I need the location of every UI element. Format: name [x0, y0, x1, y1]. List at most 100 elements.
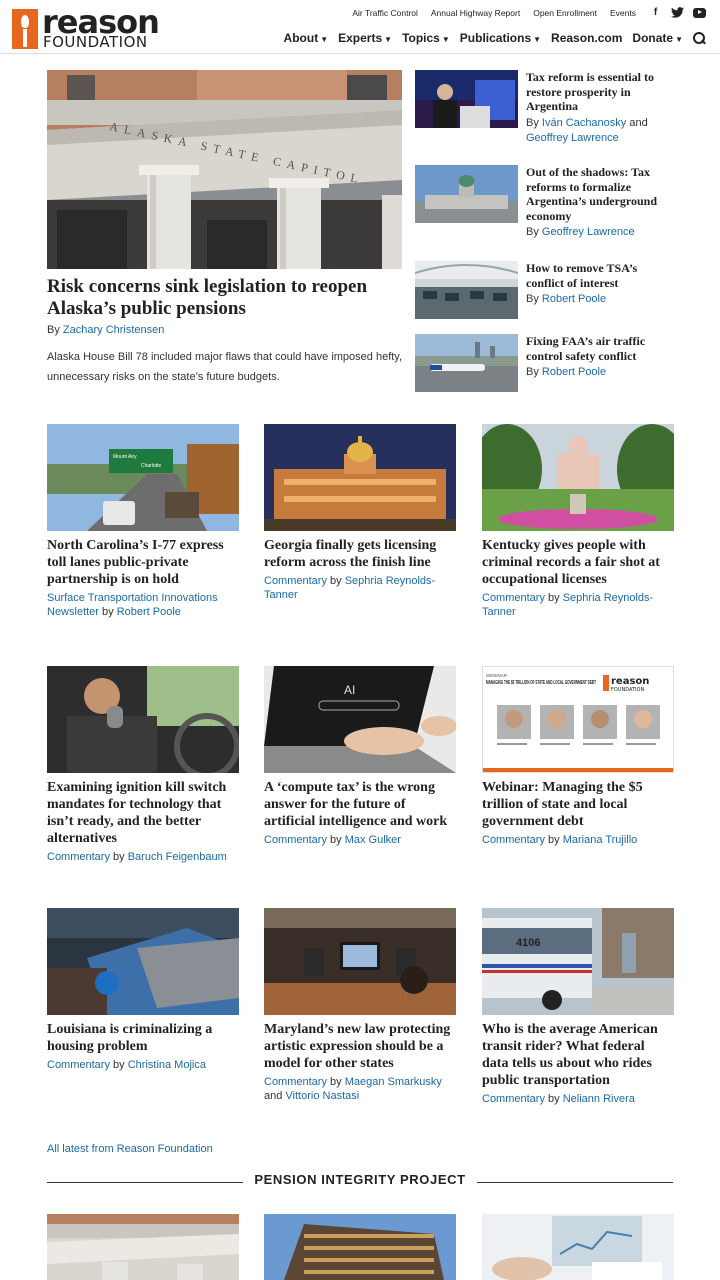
article-card-image[interactable] — [47, 666, 239, 773]
author-link[interactable]: Neliann Rivera — [563, 1093, 635, 1105]
author-link[interactable]: Baruch Feigenbaum — [128, 851, 227, 863]
featured-article-image[interactable]: Mount Airy ALASKA STATE CAPITOL — [47, 70, 402, 269]
article-card-image[interactable] — [482, 424, 674, 531]
category-link[interactable]: Commentary — [264, 834, 327, 846]
category-link[interactable]: Commentary — [47, 851, 110, 863]
article-card-title[interactable]: Maryland’s new law protecting artistic e… — [264, 1021, 456, 1072]
side-article-image[interactable] — [415, 334, 518, 392]
byline-prefix: By — [526, 293, 539, 305]
nav-item-reason-com[interactable]: Reason.com — [551, 31, 622, 45]
author-link[interactable]: Robert Poole — [542, 293, 606, 305]
nav-label: Donate — [632, 31, 674, 45]
all-latest-link[interactable]: All latest from Reason Foundation — [47, 1143, 213, 1155]
article-card-image[interactable] — [264, 1214, 456, 1280]
webinar-promo-image[interactable]: WEBINAR MANAGING THE $5 TRILLION OF STAT… — [482, 666, 674, 773]
nav-item-about[interactable]: About ▼ — [284, 31, 329, 45]
facebook-icon[interactable]: f — [649, 6, 662, 19]
article-card-image[interactable] — [264, 908, 456, 1015]
section-title[interactable]: PENSION INTEGRITY PROJECT — [47, 1172, 673, 1187]
article-card-title[interactable]: Who is the average American transit ride… — [482, 1021, 674, 1089]
author-link[interactable]: Robert Poole — [117, 606, 181, 618]
article-card-title[interactable]: Webinar: Managing the $5 trillion of sta… — [482, 779, 674, 830]
category-link[interactable]: Commentary — [482, 834, 545, 846]
author-link[interactable]: Christina Mojica — [128, 1059, 206, 1071]
byline-prefix: by — [548, 834, 560, 846]
nav-item-donate[interactable]: Donate ▼ — [632, 31, 683, 45]
article-card-image[interactable] — [47, 908, 239, 1015]
author-link[interactable]: Robert Poole — [542, 366, 606, 378]
nav-item-topics[interactable]: Topics ▼ — [402, 31, 450, 45]
byline-prefix: By — [526, 226, 539, 238]
chevron-down-icon: ▼ — [533, 35, 542, 44]
utility-nav: Air Traffic Control Annual Highway Repor… — [352, 6, 706, 19]
search-icon[interactable] — [693, 31, 706, 45]
article-card-byline: Commentary by Sephria Reynolds-Tanner — [482, 591, 674, 619]
category-link[interactable]: Commentary — [482, 1093, 545, 1105]
nav-label: About — [283, 31, 319, 45]
article-card: 4106 Who is the average American transit… — [482, 908, 674, 1106]
article-card-title[interactable]: Louisiana is criminalizing a housing pro… — [47, 1021, 239, 1055]
reason-foundation-logo[interactable]: reason FOUNDATION — [12, 3, 162, 51]
featured-article-byline: By Zachary Christensen — [47, 324, 164, 336]
utility-link-annual-highway-report[interactable]: Annual Highway Report — [431, 8, 520, 18]
nav-item-publications[interactable]: Publications ▼ — [460, 31, 541, 45]
section-header: PENSION INTEGRITY PROJECT — [47, 1172, 673, 1190]
byline-prefix: by — [330, 1076, 342, 1088]
author-link[interactable]: Vittorio Nastasi — [285, 1090, 359, 1102]
side-article-title[interactable]: Tax reform is essential to restore prosp… — [526, 70, 676, 114]
article-card: Georgia finally gets licensing reform ac… — [264, 424, 456, 602]
author-link[interactable]: Mariana Trujillo — [563, 834, 638, 846]
byline-prefix: by — [113, 1059, 125, 1071]
category-link[interactable]: Commentary — [264, 575, 327, 587]
main-nav: About ▼ Experts ▼ Topics ▼ Publications ▼ Re… — [284, 31, 706, 45]
article-card-byline: Commentary by Christina Mojica — [47, 1058, 239, 1072]
author-link[interactable]: Geoffrey Lawrence — [542, 226, 635, 238]
twitter-icon[interactable] — [671, 6, 684, 19]
article-card-image[interactable]: AI — [264, 666, 456, 773]
article-card-image[interactable]: 4106 — [482, 908, 674, 1015]
utility-link-air-traffic-control[interactable]: Air Traffic Control — [352, 8, 418, 18]
article-card-title[interactable]: Georgia finally gets licensing reform ac… — [264, 537, 456, 571]
author-link[interactable]: Geoffrey Lawrence — [526, 132, 619, 144]
byline-prefix: By — [526, 366, 539, 378]
logo-subtitle: FOUNDATION — [43, 33, 148, 51]
article-card-image[interactable] — [47, 1214, 239, 1280]
author-link[interactable]: Iván Cachanosky — [542, 117, 626, 129]
article-card-byline: Commentary by Neliann Rivera — [482, 1092, 674, 1106]
article-card-title[interactable]: Kentucky gives people with criminal reco… — [482, 537, 674, 588]
side-article-title[interactable]: Out of the shadows: Tax reforms to forma… — [526, 165, 676, 223]
utility-link-open-enrollment[interactable]: Open Enrollment — [533, 8, 597, 18]
article-card-image[interactable] — [264, 424, 456, 531]
side-article-byline: By Robert Poole — [526, 365, 676, 380]
utility-link-events[interactable]: Events — [610, 8, 636, 18]
article-card-image[interactable]: Mount Airy Charlotte — [47, 424, 239, 531]
article-card-image[interactable] — [482, 1214, 674, 1280]
article-card: Kentucky gives people with criminal reco… — [482, 424, 674, 619]
side-article-byline: By Geoffrey Lawrence — [526, 225, 676, 240]
side-article-image[interactable] — [415, 70, 518, 128]
side-article-image[interactable] — [415, 261, 518, 319]
article-card-title[interactable]: North Carolina’s I-77 express toll lanes… — [47, 537, 239, 588]
category-link[interactable]: Commentary — [482, 592, 545, 604]
nav-item-experts[interactable]: Experts ▼ — [338, 31, 392, 45]
article-card-title[interactable]: A ‘compute tax’ is the wrong answer for … — [264, 779, 456, 830]
author-link[interactable]: Max Gulker — [345, 834, 401, 846]
article-card-title[interactable]: Examining ignition kill switch mandates … — [47, 779, 239, 847]
byline-prefix: by — [548, 592, 560, 604]
youtube-icon[interactable] — [693, 6, 706, 19]
side-article-image[interactable] — [415, 165, 518, 223]
article-card-byline: Commentary by Maegan Smarkusky and Vitto… — [264, 1075, 456, 1103]
side-article-title[interactable]: How to remove TSA’s conflict of interest — [526, 261, 676, 290]
author-link[interactable]: Zachary Christensen — [63, 324, 165, 336]
chevron-down-icon: ▼ — [320, 35, 329, 44]
category-link[interactable]: Commentary — [47, 1059, 110, 1071]
article-card-byline: Commentary by Baruch Feigenbaum — [47, 850, 239, 864]
byline-prefix: by — [548, 1093, 560, 1105]
webinar-title: MANAGING THE $5 TRILLION OF STATE AND LO… — [486, 680, 596, 686]
featured-article-description: Alaska House Bill 78 included major flaw… — [47, 351, 403, 383]
author-link[interactable]: Maegan Smarkusky — [345, 1076, 442, 1088]
featured-article-title[interactable]: Risk concerns sink legislation to reopen… — [47, 276, 407, 320]
side-article-title[interactable]: Fixing FAA’s air traffic control safety … — [526, 334, 676, 363]
byline-prefix: by — [330, 575, 342, 587]
category-link[interactable]: Commentary — [264, 1076, 327, 1088]
